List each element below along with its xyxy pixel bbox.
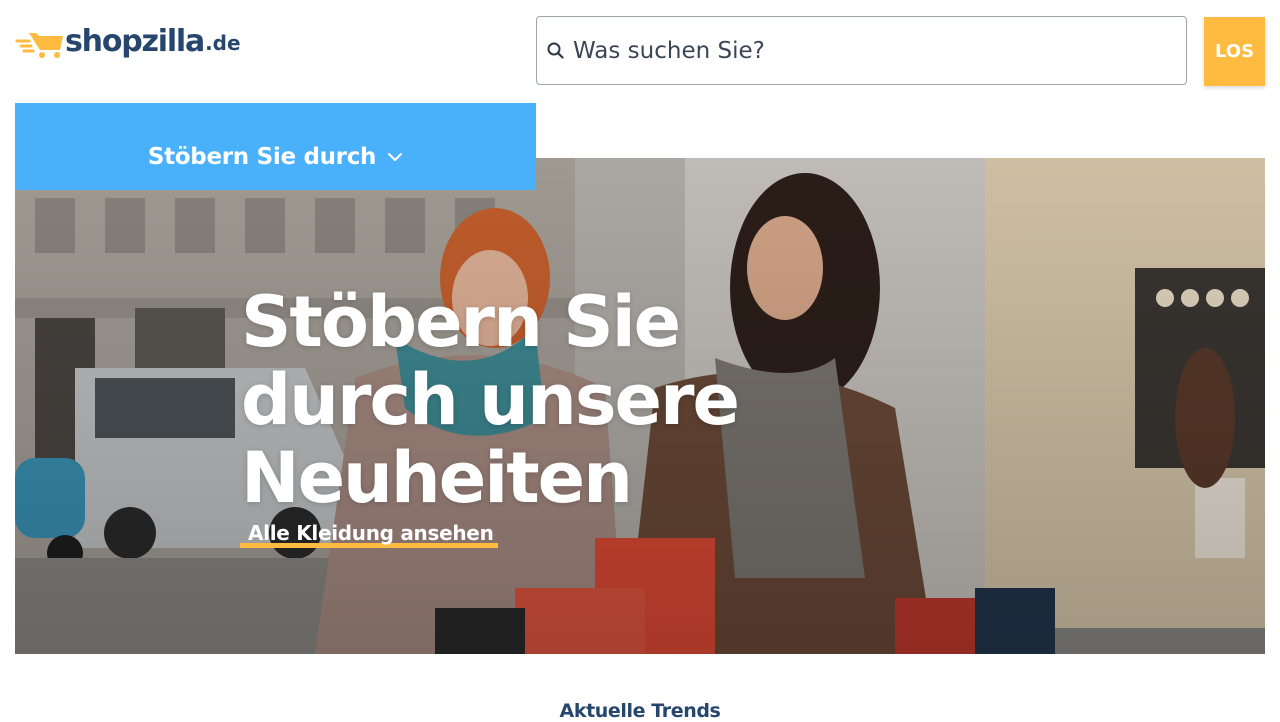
logo-wordmark: shopzilla	[65, 24, 205, 59]
hero-title-line: Stöbern Sie	[241, 281, 681, 363]
shopping-cart-icon	[15, 33, 63, 58]
logo-tld: .de	[205, 31, 241, 55]
chevron-down-icon	[388, 153, 403, 161]
search-input[interactable]	[573, 30, 1153, 71]
hero-title-line: durch unsere	[241, 359, 740, 441]
search-box	[536, 16, 1187, 85]
hero-title-line: Neuheiten	[241, 437, 633, 519]
browse-label: Stöbern Sie durch	[147, 144, 377, 170]
search-icon	[547, 42, 564, 59]
shopzilla-logo[interactable]: shopzilla .de	[15, 22, 241, 62]
view-all-clothing-link[interactable]: Alle Kleidung ansehen	[240, 521, 498, 548]
browse-categories-button[interactable]: Stöbern Sie durch	[15, 103, 536, 190]
search-submit-button[interactable]: LOS	[1204, 17, 1265, 86]
hero-title: Stöbern Sie durch unsere Neuheiten	[241, 281, 740, 519]
trends-heading: Aktuelle Trends	[559, 700, 721, 722]
browse-inner: Stöbern Sie durch	[148, 142, 403, 172]
